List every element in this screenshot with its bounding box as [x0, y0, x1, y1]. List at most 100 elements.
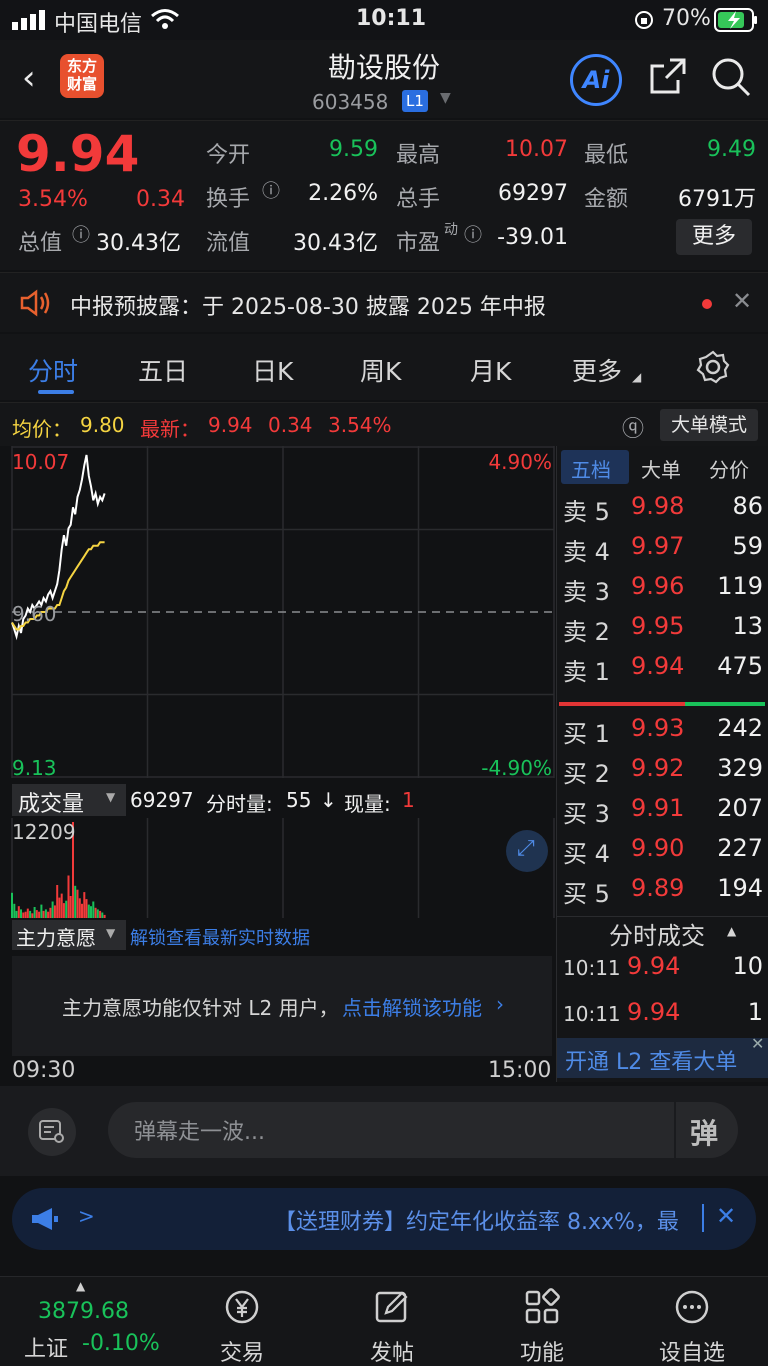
- main-force-selector[interactable]: 主力意愿 ▼: [12, 920, 126, 950]
- bid-level-label: 买 5: [563, 880, 610, 908]
- caret-up-icon: ▲: [727, 924, 737, 938]
- volume-selector[interactable]: 成交量 ▼: [12, 784, 126, 817]
- low-value: 9.49: [707, 137, 756, 162]
- ask-price: 9.97: [631, 532, 685, 560]
- volume-bar: [26, 908, 29, 918]
- tab-intraday[interactable]: 分时: [28, 352, 78, 388]
- price-chart[interactable]: [0, 446, 556, 778]
- latest-percent: 3.54%: [328, 413, 392, 437]
- tab-daily-k[interactable]: 日K: [252, 352, 293, 388]
- order-book-panel: 五档 大单 分价 卖 5 9.98 86 卖 4 9.97 59 卖 3 9.96 119 卖 2…: [556, 446, 768, 1082]
- volume-bar: [44, 909, 47, 918]
- tab-monthly-k[interactable]: 月K: [470, 352, 511, 388]
- volume-bar: [15, 910, 18, 918]
- close-icon[interactable]: ✕: [732, 287, 752, 315]
- battery-percent: 70%: [662, 6, 711, 31]
- big-order-mode-button[interactable]: 大单模式: [660, 409, 758, 441]
- danmu-settings-button[interactable]: [28, 1108, 76, 1156]
- ask-row[interactable]: 卖 2 9.95 13: [557, 612, 768, 652]
- volume-bar: [47, 911, 50, 918]
- bid-row[interactable]: 买 3 9.91 207: [557, 794, 768, 834]
- bid-volume: 242: [717, 714, 763, 742]
- close-icon[interactable]: ✕: [751, 1034, 764, 1053]
- volume-bar: [81, 903, 83, 918]
- bid-volume: 207: [717, 794, 763, 822]
- trade-row: 10:11 9.94 1: [557, 998, 768, 1038]
- volume-chart[interactable]: [0, 818, 556, 918]
- status-bar: 中国电信 10:11 70%: [0, 0, 768, 40]
- danmu-toggle-button[interactable]: 弹: [690, 1112, 718, 1152]
- volume-bar: [56, 885, 59, 918]
- chevron-right-icon: ›: [496, 992, 504, 1016]
- divider: [702, 1204, 704, 1232]
- promo-banner[interactable]: > 【送理财券】约定年化收益率 8.xx%，最 ✕: [12, 1188, 756, 1250]
- bid-row[interactable]: 买 2 9.92 329: [557, 754, 768, 794]
- volume-bar: [99, 910, 102, 918]
- tab-weekly-k[interactable]: 周K: [360, 352, 401, 388]
- ask-volume: 59: [732, 532, 763, 560]
- tab-big-orders[interactable]: 大单: [641, 454, 681, 483]
- volume-bar: [103, 914, 106, 918]
- help-icon[interactable]: ⓠ: [622, 411, 644, 443]
- share-icon[interactable]: [648, 56, 688, 96]
- gear-icon[interactable]: [696, 350, 730, 384]
- mktcap-label: 总值: [18, 231, 63, 256]
- notice-bar[interactable]: 中报预披露：于 2025-08-30 披露 2025 年中报 ✕: [0, 272, 768, 332]
- index-ticker[interactable]: ▲ 3879.68 上证 -0.10%: [0, 1277, 168, 1366]
- bid-row[interactable]: 买 5 9.89 194: [557, 874, 768, 914]
- nav-trade-label: 交易: [219, 1341, 264, 1366]
- current-volume: 1: [402, 788, 415, 812]
- ask-row[interactable]: 卖 3 9.96 119: [557, 572, 768, 612]
- amount-label: 金额: [584, 187, 629, 212]
- l2-banner[interactable]: 开通 L2 查看大单 ✕: [557, 1034, 768, 1078]
- notice-text[interactable]: 中报预披露：于 2025-08-30 披露 2025 年中报: [70, 289, 546, 321]
- unlock-feature-link[interactable]: 点击解锁该功能: [342, 992, 482, 1021]
- more-button[interactable]: 更多: [676, 219, 752, 255]
- tab-price-distribution[interactable]: 分价: [709, 454, 749, 483]
- change-percent: 3.54%: [18, 187, 88, 212]
- stock-code[interactable]: 603458: [312, 90, 388, 114]
- bid-price: 9.91: [631, 794, 685, 822]
- clock: 10:11: [356, 6, 427, 31]
- bid-pressure-bar: [685, 702, 765, 706]
- volume-bar: [96, 909, 99, 918]
- volume-bar: [83, 892, 86, 918]
- divider: [674, 1102, 676, 1158]
- trades-title[interactable]: 分时成交: [609, 916, 705, 951]
- nav-add-watchlist[interactable]: 设自选: [642, 1287, 742, 1366]
- caret-down-icon[interactable]: ▼: [440, 90, 451, 106]
- volume-bar: [17, 906, 20, 918]
- nav-functions[interactable]: 功能: [492, 1287, 592, 1366]
- ask-level-label: 卖 1: [563, 658, 610, 686]
- volume-bar: [33, 907, 36, 918]
- volume-value: 69297: [498, 181, 568, 206]
- tab-five-day[interactable]: 五日: [138, 352, 188, 388]
- unlock-realtime-link[interactable]: 解锁查看最新实时数据: [130, 924, 310, 950]
- tab-five-levels[interactable]: 五档: [571, 454, 611, 483]
- info-circle-icon[interactable]: ⓘ: [72, 221, 90, 247]
- bid-price: 9.89: [631, 874, 685, 902]
- ai-button[interactable]: Ai: [570, 54, 622, 106]
- expand-button[interactable]: ⤢: [506, 830, 548, 872]
- nav-trade[interactable]: 交易: [192, 1287, 292, 1366]
- volume-bar: [31, 913, 34, 918]
- bid-row[interactable]: 买 1 9.93 242: [557, 714, 768, 754]
- bid-row[interactable]: 买 4 9.90 227: [557, 834, 768, 874]
- volume-bar: [38, 911, 41, 918]
- ask-row[interactable]: 卖 5 9.98 86: [557, 492, 768, 532]
- speaker-icon: [20, 289, 50, 317]
- search-icon[interactable]: [710, 56, 752, 98]
- time-start: 09:30: [12, 1058, 76, 1083]
- expand-icon: ⤢: [517, 836, 535, 861]
- ask-row[interactable]: 卖 1 9.94 475: [557, 652, 768, 692]
- tab-more[interactable]: 更多: [572, 352, 622, 388]
- intraday-chart-area[interactable]: 10.07 4.90% 9.60 9.13 -4.90% 成交量 ▼ 69297…: [0, 446, 556, 1086]
- trade-volume: 1: [747, 998, 763, 1026]
- info-circle-icon[interactable]: ⓘ: [262, 177, 280, 203]
- close-icon[interactable]: ✕: [716, 1202, 736, 1230]
- nav-post[interactable]: 发帖: [342, 1287, 442, 1366]
- pe-label: 市盈: [396, 231, 441, 256]
- volume-bar: [42, 910, 45, 918]
- promo-text[interactable]: 【送理财券】约定年化收益率 8.xx%，最: [274, 1204, 679, 1236]
- ask-row[interactable]: 卖 4 9.97 59: [557, 532, 768, 572]
